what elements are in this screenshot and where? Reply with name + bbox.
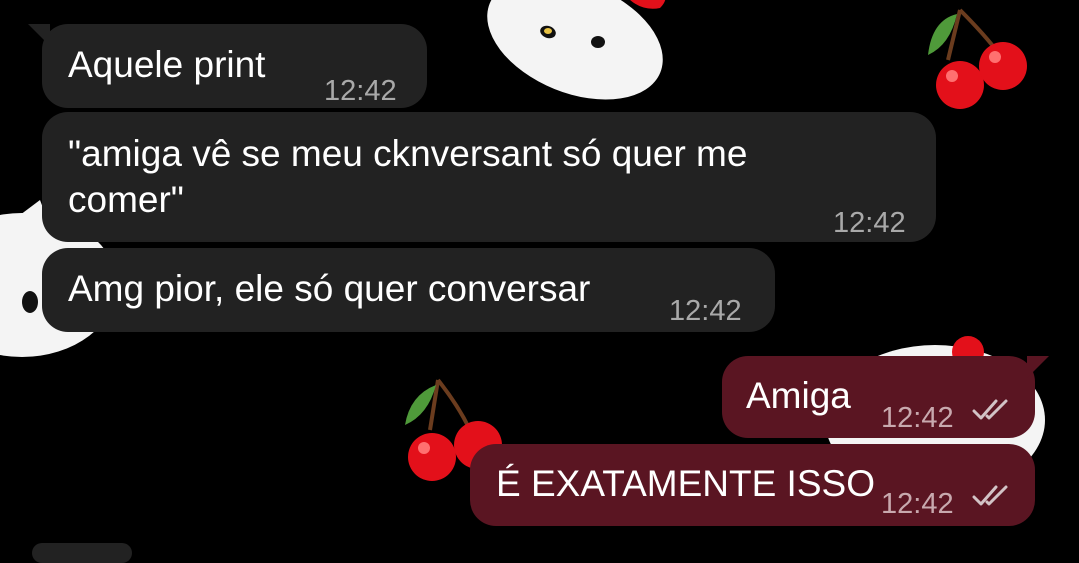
message-text: Amg pior, ele só quer conversar xyxy=(68,268,591,309)
bubble-tail xyxy=(1027,356,1049,378)
incoming-message-bubble-partial[interactable] xyxy=(32,543,132,563)
message-time: 12:42 xyxy=(324,75,397,107)
outgoing-message-bubble[interactable]: Amiga 12:42 xyxy=(722,356,1049,438)
message-time: 12:42 xyxy=(881,402,954,434)
cherry-icon xyxy=(928,8,1027,109)
message-text-line: "amiga vê se meu cknversant só quer me xyxy=(68,133,748,174)
message-time: 12:42 xyxy=(881,488,954,520)
incoming-message-bubble[interactable]: Amg pior, ele só quer conversar 12:42 xyxy=(42,248,775,332)
message-time: 12:42 xyxy=(669,295,742,327)
message-text: Amiga xyxy=(746,375,851,416)
message-time: 12:42 xyxy=(833,207,906,239)
double-check-icon xyxy=(972,399,1008,420)
outgoing-message-bubble[interactable]: É EXATAMENTE ISSO 12:42 xyxy=(470,444,1035,526)
kitty-head-icon xyxy=(487,0,666,100)
incoming-message-bubble[interactable]: Aquele print 12:42 xyxy=(28,24,427,108)
bubble-tail xyxy=(28,24,50,46)
incoming-message-bubble[interactable]: "amiga vê se meu cknversant só quer me c… xyxy=(42,112,936,242)
message-text: É EXATAMENTE ISSO xyxy=(496,463,875,504)
message-text-line: comer" xyxy=(68,179,184,220)
double-check-icon xyxy=(972,485,1008,506)
message-text: Aquele print xyxy=(68,44,266,85)
